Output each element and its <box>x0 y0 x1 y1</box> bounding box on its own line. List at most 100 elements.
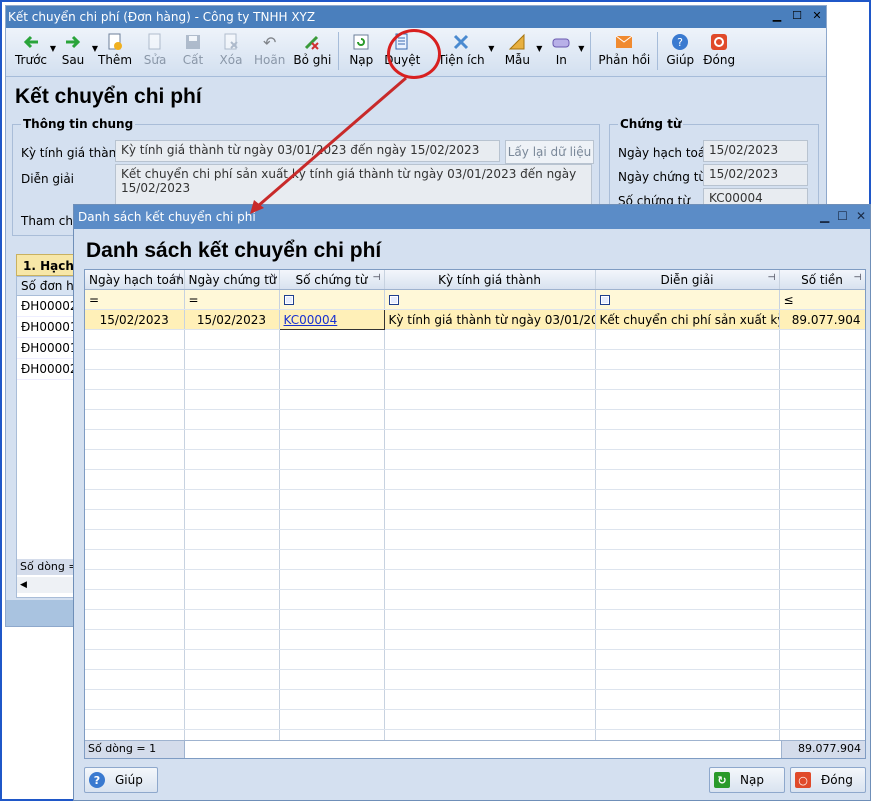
empty-cell[interactable] <box>85 489 185 510</box>
empty-cell[interactable] <box>85 709 185 730</box>
empty-cell[interactable] <box>85 429 185 450</box>
empty-cell[interactable] <box>184 709 280 730</box>
empty-cell[interactable] <box>279 649 385 670</box>
empty-cell[interactable] <box>85 329 185 350</box>
table-row[interactable] <box>85 629 865 650</box>
filter-cell[interactable] <box>595 289 780 310</box>
table-row[interactable] <box>85 549 865 570</box>
table-row[interactable] <box>85 529 865 550</box>
table-row[interactable] <box>85 389 865 410</box>
list-item[interactable]: ĐH00001 <box>17 317 79 338</box>
table-row[interactable] <box>85 369 865 390</box>
empty-cell[interactable] <box>779 429 865 450</box>
empty-cell[interactable] <box>384 549 596 570</box>
table-row[interactable] <box>85 509 865 530</box>
empty-cell[interactable] <box>384 469 596 490</box>
reload-data-button[interactable]: Lấy lại dữ liệu <box>505 140 594 164</box>
scroll-left-icon[interactable]: ◀ <box>20 580 27 590</box>
empty-cell[interactable] <box>279 429 385 450</box>
empty-cell[interactable] <box>85 529 185 550</box>
posting-date-field[interactable]: 15/02/2023 <box>703 140 808 162</box>
cell-desc[interactable]: Kết chuyển chi phí sản xuất kỳ tín... <box>595 309 780 330</box>
empty-cell[interactable] <box>184 389 280 410</box>
template-button[interactable]: Mẫu ▼ <box>496 28 542 67</box>
empty-cell[interactable] <box>85 569 185 590</box>
empty-cell[interactable] <box>595 369 780 390</box>
empty-cell[interactable] <box>85 389 185 410</box>
empty-cell[interactable] <box>384 589 596 610</box>
maximize-icon[interactable]: ☐ <box>837 209 848 223</box>
table-row[interactable]: 15/02/2023 15/02/2023 KC00004 Kỳ tính gi… <box>85 309 865 330</box>
voucher-link[interactable]: KC00004 <box>284 313 338 327</box>
empty-cell[interactable] <box>595 709 780 730</box>
postpone-button[interactable]: ↶ Hoãn <box>250 28 289 68</box>
empty-cell[interactable] <box>279 329 385 350</box>
empty-cell[interactable] <box>779 549 865 570</box>
empty-cell[interactable] <box>595 569 780 590</box>
col-header-posting-date[interactable]: Ngày hạch toán ⊣ <box>85 270 185 290</box>
empty-cell[interactable] <box>595 349 780 370</box>
empty-cell[interactable] <box>779 489 865 510</box>
empty-cell[interactable] <box>384 569 596 590</box>
table-row[interactable] <box>85 469 865 490</box>
empty-cell[interactable] <box>595 449 780 470</box>
minimize-icon[interactable]: ▁ <box>820 209 829 223</box>
filter-op-icon[interactable] <box>283 295 294 305</box>
col-header-desc[interactable]: Diễn giải ⊣ <box>595 270 780 290</box>
empty-cell[interactable] <box>384 669 596 690</box>
cell-period[interactable]: Kỳ tính giá thành từ ngày 03/01/2023 <box>384 309 596 330</box>
table-row[interactable] <box>85 689 865 710</box>
empty-cell[interactable] <box>85 649 185 670</box>
table-row[interactable] <box>85 349 865 370</box>
table-row[interactable] <box>85 589 865 610</box>
table-row[interactable] <box>85 429 865 450</box>
empty-cell[interactable] <box>85 549 185 570</box>
empty-cell[interactable] <box>779 369 865 390</box>
filter-op-icon[interactable] <box>388 295 399 305</box>
empty-cell[interactable] <box>595 389 780 410</box>
chevron-down-icon[interactable]: ▼ <box>578 44 584 53</box>
empty-cell[interactable] <box>184 429 280 450</box>
filter-cell[interactable] <box>279 289 385 310</box>
empty-cell[interactable] <box>384 369 596 390</box>
empty-cell[interactable] <box>384 389 596 410</box>
add-button[interactable]: Thêm <box>94 28 136 67</box>
list-item[interactable]: ĐH00001 <box>17 338 79 359</box>
empty-cell[interactable] <box>184 669 280 690</box>
empty-cell[interactable] <box>184 489 280 510</box>
empty-cell[interactable] <box>384 649 596 670</box>
empty-cell[interactable] <box>595 669 780 690</box>
empty-cell[interactable] <box>384 349 596 370</box>
empty-cell[interactable] <box>779 709 865 730</box>
empty-cell[interactable] <box>184 589 280 610</box>
empty-cell[interactable] <box>279 709 385 730</box>
cell-amount[interactable]: 89.077.904 <box>779 309 865 330</box>
empty-cell[interactable] <box>779 389 865 410</box>
empty-cell[interactable] <box>384 489 596 510</box>
maximize-icon[interactable]: ☐ <box>790 9 804 23</box>
empty-cell[interactable] <box>779 449 865 470</box>
col-header-amount[interactable]: Số tiền ⊣ <box>779 270 865 290</box>
empty-cell[interactable] <box>779 349 865 370</box>
empty-cell[interactable] <box>279 449 385 470</box>
empty-cell[interactable] <box>595 509 780 530</box>
orders-grid-header[interactable]: Số đơn hàn <box>17 277 79 296</box>
close-button[interactable]: Đóng <box>699 28 739 67</box>
empty-cell[interactable] <box>85 449 185 470</box>
feedback-button[interactable]: Phản hồi <box>594 28 654 67</box>
table-row[interactable] <box>85 709 865 730</box>
empty-cell[interactable] <box>595 429 780 450</box>
table-row[interactable] <box>85 669 865 690</box>
empty-cell[interactable] <box>279 629 385 650</box>
empty-cell[interactable] <box>279 669 385 690</box>
empty-cell[interactable] <box>184 649 280 670</box>
empty-cell[interactable] <box>184 609 280 630</box>
empty-cell[interactable] <box>279 489 385 510</box>
empty-cell[interactable] <box>595 689 780 710</box>
empty-cell[interactable] <box>595 629 780 650</box>
empty-cell[interactable] <box>595 649 780 670</box>
pin-icon[interactable]: ⊣ <box>373 273 381 283</box>
filter-op-icon[interactable] <box>599 295 610 305</box>
cell-voucher-date[interactable]: 15/02/2023 <box>184 309 280 330</box>
empty-cell[interactable] <box>595 409 780 430</box>
